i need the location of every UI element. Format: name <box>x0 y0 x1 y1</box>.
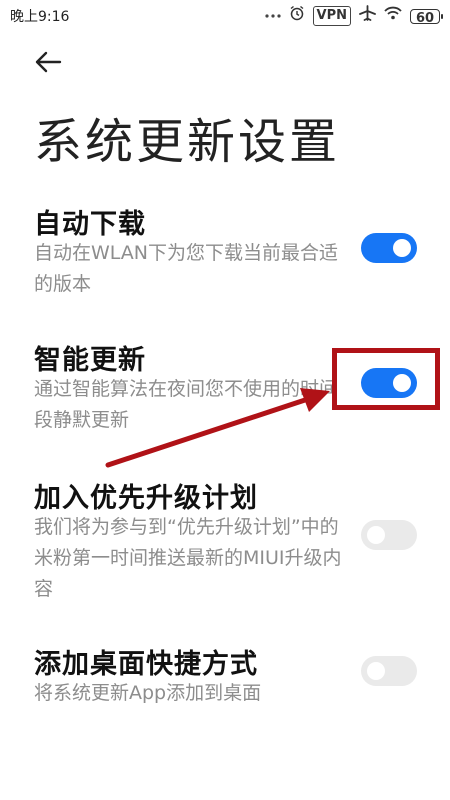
setting-description: 自动在WLAN下为您下载当前最合适的版本 <box>34 242 339 295</box>
toggle-knob <box>367 662 385 680</box>
setting-title: 自动下载 <box>34 209 146 240</box>
setting-description: 我们将为参与到“优先升级计划”中的米粉第一时间推送最新的MIUI升级内容 <box>34 516 342 600</box>
toggle-knob <box>367 526 385 544</box>
setting-title: 添加桌面快捷方式 <box>34 649 258 680</box>
setting-desktop-shortcut: 添加桌面快捷方式 将系统更新App添加到桌面 <box>0 640 450 720</box>
alarm-icon <box>289 5 305 27</box>
setting-auto-download: 自动下载 自动在WLAN下为您下载当前最合适的版本 <box>0 200 450 310</box>
desktop-shortcut-toggle[interactable] <box>361 656 417 686</box>
battery-indicator: 60 <box>410 8 443 26</box>
back-button[interactable] <box>30 44 66 80</box>
priority-upgrade-toggle[interactable] <box>361 520 417 550</box>
annotation-highlight-box <box>332 348 440 410</box>
status-bar: 晚上9:16 VPN 60 <box>0 0 450 30</box>
dots-icon <box>264 7 281 25</box>
setting-description: 通过智能算法在夜间您不使用的时间段静默更新 <box>34 378 339 431</box>
back-arrow-icon <box>35 51 62 73</box>
setting-title: 加入优先升级计划 <box>34 483 258 514</box>
airplane-icon <box>359 5 376 27</box>
auto-download-toggle[interactable] <box>361 233 417 263</box>
setting-priority-upgrade: 加入优先升级计划 我们将为参与到“优先升级计划”中的米粉第一时间推送最新的MIU… <box>0 474 450 604</box>
status-time: 晚上9:16 <box>10 9 70 25</box>
toggle-knob <box>393 239 411 257</box>
setting-title: 智能更新 <box>34 345 146 376</box>
vpn-badge: VPN <box>312 6 351 26</box>
status-icons: VPN 60 <box>264 5 443 27</box>
page-title: 系统更新设置 <box>34 114 341 170</box>
wifi-icon <box>384 6 402 26</box>
setting-description: 将系统更新App添加到桌面 <box>34 682 262 704</box>
